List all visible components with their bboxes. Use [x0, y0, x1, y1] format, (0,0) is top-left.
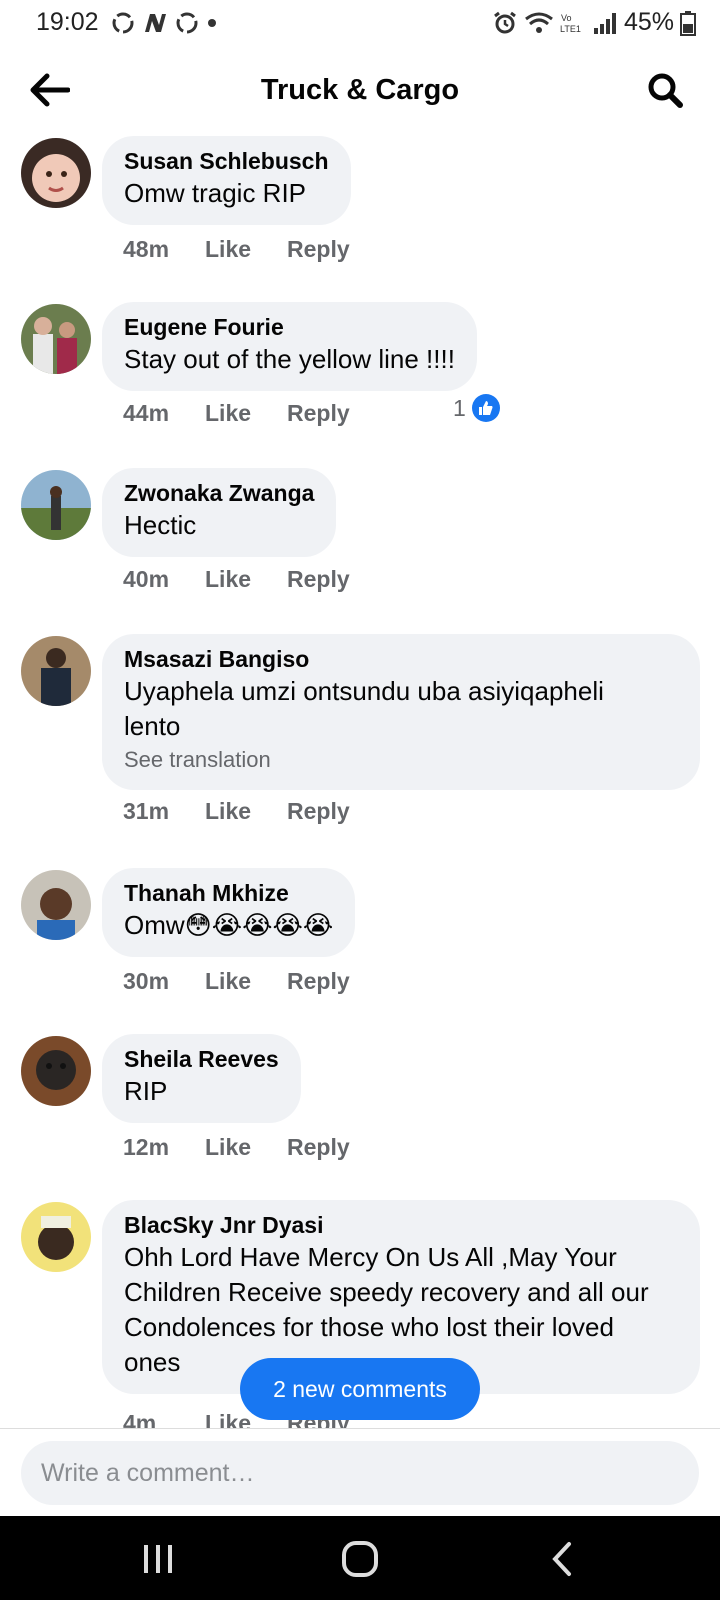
avatar[interactable]: [21, 1202, 91, 1272]
like-button[interactable]: Like: [205, 968, 287, 995]
reply-button[interactable]: Reply: [287, 566, 350, 593]
status-right-icons: Vo LTE1 45%: [492, 8, 696, 37]
wifi-icon: [525, 12, 553, 33]
comment-author[interactable]: Susan Schlebusch: [124, 146, 329, 176]
avatar[interactable]: [21, 1036, 91, 1106]
home-button[interactable]: [330, 1534, 390, 1584]
avatar[interactable]: [21, 470, 91, 540]
reply-button[interactable]: Reply: [287, 798, 350, 825]
comment-text-line: Uyaphela umzi ontsundu uba asiyiqapheli: [124, 676, 604, 706]
comment-time: 40m: [123, 566, 170, 592]
battery-icon: [680, 10, 696, 36]
dot-icon: [208, 19, 216, 27]
n-app-icon: [145, 14, 166, 32]
comment-time: 31m: [123, 798, 170, 824]
comment-item: Eugene Fourie Stay out of the yellow lin…: [0, 292, 720, 458]
sync-icon: [112, 12, 134, 34]
comment-author[interactable]: Zwonaka Zwanga: [124, 478, 314, 508]
comment-bubble[interactable]: Eugene Fourie Stay out of the yellow lin…: [102, 302, 477, 391]
comment-time: 4m: [123, 1410, 157, 1428]
svg-text:Vo: Vo: [561, 13, 572, 23]
sync-icon: [176, 12, 198, 34]
signal-icon: [593, 12, 616, 34]
comment-item: Sheila Reeves RIP 12m Like Reply: [0, 1024, 720, 1190]
comment-actions: 44m Like Reply: [123, 400, 350, 427]
recent-apps-icon: [144, 1545, 172, 1573]
recent-apps-button[interactable]: [128, 1534, 188, 1584]
comment-bubble[interactable]: Msasazi Bangiso Uyaphela umzi ontsundu u…: [102, 634, 700, 790]
comment-author[interactable]: Thanah Mkhize: [124, 878, 333, 908]
comment-author[interactable]: Msasazi Bangiso: [124, 644, 678, 674]
avatar[interactable]: [21, 304, 91, 374]
comment-actions: 31m Like Reply: [123, 798, 350, 825]
reaction-summary[interactable]: 1: [453, 394, 500, 422]
reply-button[interactable]: Reply: [287, 236, 350, 263]
thumbs-up-icon: [471, 394, 500, 422]
comment-text-line: Ohh Lord Have Mercy On Us All ,May Your: [124, 1242, 617, 1272]
comment-time: 12m: [123, 1134, 170, 1160]
comment-bubble[interactable]: Thanah Mkhize Omw😳😭😭😭😭: [102, 868, 356, 957]
alarm-icon: [494, 11, 516, 33]
search-button[interactable]: [640, 68, 690, 112]
comment-input[interactable]: [21, 1441, 699, 1505]
reply-button[interactable]: Reply: [287, 968, 350, 995]
comment-text-line: Condolences for those who lost their lov…: [124, 1312, 614, 1342]
status-bar: 19:02 Vo LTE1 45%: [0, 0, 720, 46]
comment-actions: 48m Like Reply: [123, 236, 350, 263]
comment-actions: 12m Like Reply: [123, 1134, 350, 1161]
comment-author[interactable]: Sheila Reeves: [124, 1044, 279, 1074]
reply-button[interactable]: Reply: [287, 400, 350, 427]
back-nav-button[interactable]: [532, 1534, 592, 1584]
like-button[interactable]: Like: [205, 236, 287, 263]
lte-icon: VoLTE1: [560, 13, 581, 34]
home-icon: [342, 1541, 378, 1577]
comment-text-line: lento: [124, 711, 181, 741]
comments-list[interactable]: Susan Schlebusch Omw tragic RIP 48m Like…: [0, 126, 720, 1428]
svg-text:LTE1: LTE1: [560, 24, 581, 34]
new-comments-button[interactable]: 2 new comments: [240, 1358, 480, 1420]
comment-text: Hectic: [124, 510, 197, 540]
comment-actions: 30m Like Reply: [123, 968, 350, 995]
comment-text: RIP: [124, 1076, 168, 1106]
comment-author[interactable]: BlacSky Jnr Dyasi: [124, 1210, 678, 1240]
avatar[interactable]: [21, 636, 91, 706]
comment-text-line: Children Receive speedy recovery and all…: [124, 1277, 649, 1307]
comment-text: Stay out of the yellow line !!!!: [124, 344, 455, 374]
comment-text: Omw tragic RIP: [124, 178, 307, 208]
reply-button[interactable]: Reply: [287, 1134, 350, 1161]
app-header: Truck & Cargo: [0, 56, 720, 126]
like-button[interactable]: Like: [205, 400, 287, 427]
status-time: 19:02: [36, 8, 99, 36]
screen: 19:02 Vo LTE1 45% Truck & Cargo Susan Sc…: [0, 0, 720, 1600]
like-button[interactable]: Like: [205, 1134, 287, 1161]
page-title: Truck & Cargo: [260, 74, 460, 106]
reaction-count: 1: [453, 394, 466, 421]
comment-bubble[interactable]: Zwonaka Zwanga Hectic: [102, 468, 337, 557]
comment-time: 30m: [123, 968, 170, 994]
notification-icons: [110, 10, 218, 36]
avatar[interactable]: [21, 870, 91, 940]
comment-composer-area: [0, 1428, 720, 1516]
chevron-left-icon: [552, 1542, 571, 1576]
comment-bubble[interactable]: Sheila Reeves RIP: [102, 1034, 301, 1123]
comment-item: Zwonaka Zwanga Hectic 40m Like Reply: [0, 458, 720, 624]
comment-item: Thanah Mkhize Omw😳😭😭😭😭 30m Like Reply: [0, 858, 720, 1024]
see-translation-link[interactable]: See translation: [124, 744, 678, 776]
comment-actions: 40m Like Reply: [123, 566, 350, 593]
comment-item: Susan Schlebusch Omw tragic RIP 48m Like…: [0, 126, 720, 292]
like-button[interactable]: Like: [205, 566, 287, 593]
search-icon: [648, 73, 683, 108]
comment-author[interactable]: Eugene Fourie: [124, 312, 455, 342]
like-button[interactable]: Like: [205, 798, 287, 825]
comment-time: 48m: [123, 236, 170, 262]
comment-item: Msasazi Bangiso Uyaphela umzi ontsundu u…: [0, 624, 720, 858]
comment-bubble[interactable]: Susan Schlebusch Omw tragic RIP: [102, 136, 351, 225]
avatar[interactable]: [21, 138, 91, 208]
comment-time: 44m: [123, 400, 170, 426]
comment-text: Omw😳😭😭😭😭: [124, 910, 334, 940]
system-nav-bar: [0, 1516, 720, 1600]
battery-percent: 45%: [623, 8, 674, 36]
